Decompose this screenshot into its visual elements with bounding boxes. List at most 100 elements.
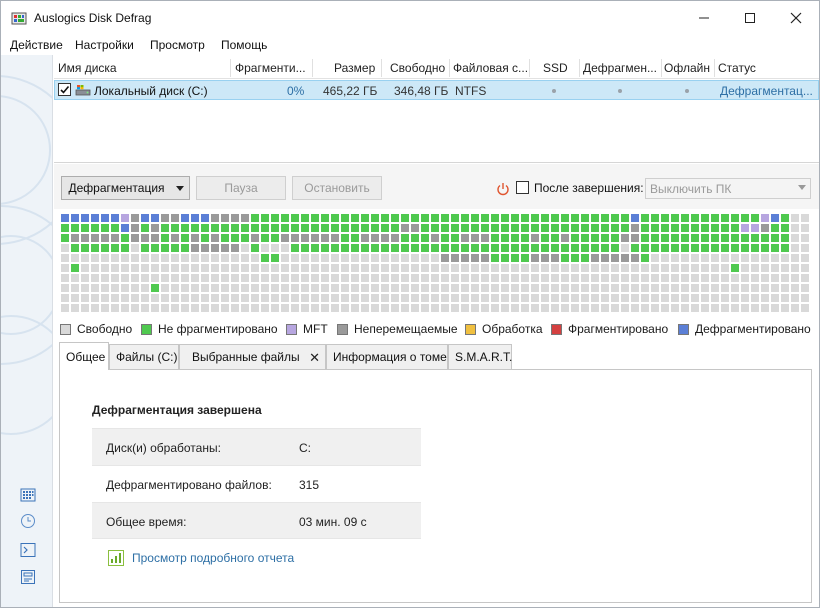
col-filesystem[interactable]: Файловая с... [453,61,527,75]
tab-files[interactable]: Файлы (C:) [109,344,179,369]
disk-report-icon[interactable] [20,569,36,585]
cluster-block [681,274,689,282]
cluster-block [651,224,659,232]
cluster-block [791,284,799,292]
col-offline[interactable]: Офлайн [664,61,714,75]
cluster-block [351,274,359,282]
disk-checkbox[interactable] [58,83,71,96]
cluster-block [531,224,539,232]
cluster-block [61,294,69,302]
tab-selected-files[interactable]: Выбранные файлы ✕ [179,344,326,369]
cluster-block [161,234,169,242]
pause-button[interactable]: Пауза [196,176,286,200]
cluster-block [171,244,179,252]
cluster-block [241,214,249,222]
cluster-block [221,224,229,232]
close-button[interactable] [773,1,819,35]
table-row[interactable]: Локальный диск (C:) 0% 465,22 ГБ 346,48 … [54,80,819,100]
col-defragmented[interactable]: Дефрагмен... [583,61,659,75]
cluster-block [641,244,649,252]
cluster-block [511,224,519,232]
cluster-block [181,244,189,252]
cluster-block [101,264,109,272]
decorative-circle [1,315,52,435]
tab-selected-files-label: Выбранные файлы [192,350,300,364]
cluster-block [331,244,339,252]
cluster-block [781,274,789,282]
cluster-block [161,214,169,222]
clock-icon[interactable] [20,513,36,529]
cluster-block [441,264,449,272]
cluster-block [441,234,449,242]
cluster-block [171,264,179,272]
maximize-button[interactable] [727,1,773,35]
cluster-block [601,224,609,232]
cluster-block [551,244,559,252]
cluster-legend: Свободно Не фрагментировано MFT Непереме… [54,319,819,339]
cluster-block [641,284,649,292]
after-completion-select[interactable]: Выключить ПК [645,178,811,199]
cluster-block [551,284,559,292]
chevron-down-icon [798,185,806,190]
col-status[interactable]: Статус [718,61,814,75]
ssd-dot [552,89,556,93]
cluster-block [241,274,249,282]
cluster-block [551,274,559,282]
cluster-block [291,264,299,272]
cluster-block [111,274,119,282]
cluster-block [211,244,219,252]
tab-general[interactable]: Общее [59,342,109,370]
cluster-block [91,224,99,232]
cluster-block [481,304,489,312]
cluster-block [691,294,699,302]
tab-smart[interactable]: S.M.A.R.T. [448,344,512,369]
cluster-block [331,224,339,232]
cluster-block [451,304,459,312]
legend-swatch [337,323,348,335]
menu-settings[interactable]: Настройки [75,38,134,52]
cluster-block [571,234,579,242]
menu-help[interactable]: Помощь [221,38,267,52]
menu-view[interactable]: Просмотр [150,38,205,52]
col-free[interactable]: Свободно [390,61,452,75]
cluster-block [661,234,669,242]
cluster-map-icon[interactable] [20,487,36,503]
defrag-dropdown-button[interactable] [171,176,190,200]
cluster-block [391,244,399,252]
cluster-block [151,264,159,272]
cluster-block [351,304,359,312]
cluster-block [331,284,339,292]
stop-button[interactable]: Остановить [292,176,382,200]
console-icon[interactable] [20,542,36,558]
cluster-block [571,254,579,262]
disk-size: 465,22 ГБ [323,84,378,98]
report-link[interactable]: Просмотр подробного отчета [108,550,294,566]
menu-action[interactable]: Действие [10,38,63,52]
col-ssd[interactable]: SSD [543,61,573,75]
cluster-block [271,234,279,242]
after-completion-checkbox[interactable] [516,181,529,194]
cluster-block [71,224,79,232]
legend-item: MFT [286,322,328,336]
defrag-button[interactable]: Дефрагментация [61,176,172,200]
cluster-block [741,274,749,282]
col-disk-name[interactable]: Имя диска [58,61,228,75]
cluster-block [151,274,159,282]
minimize-button[interactable] [681,1,727,35]
cluster-block [121,234,129,242]
stat-value: 03 мин. 09 с [299,515,367,529]
cluster-block [591,244,599,252]
cluster-block [211,294,219,302]
tab-volume-info[interactable]: Информация о томе [326,344,448,369]
cluster-block [411,214,419,222]
col-fragmented[interactable]: Фрагменти... [235,61,309,75]
cluster-block [291,304,299,312]
cluster-block [311,224,319,232]
close-icon[interactable]: ✕ [309,351,320,364]
cluster-block [511,294,519,302]
cluster-block [411,234,419,242]
cluster-block [411,284,419,292]
cluster-block [491,264,499,272]
cluster-block [391,284,399,292]
cluster-block [241,304,249,312]
